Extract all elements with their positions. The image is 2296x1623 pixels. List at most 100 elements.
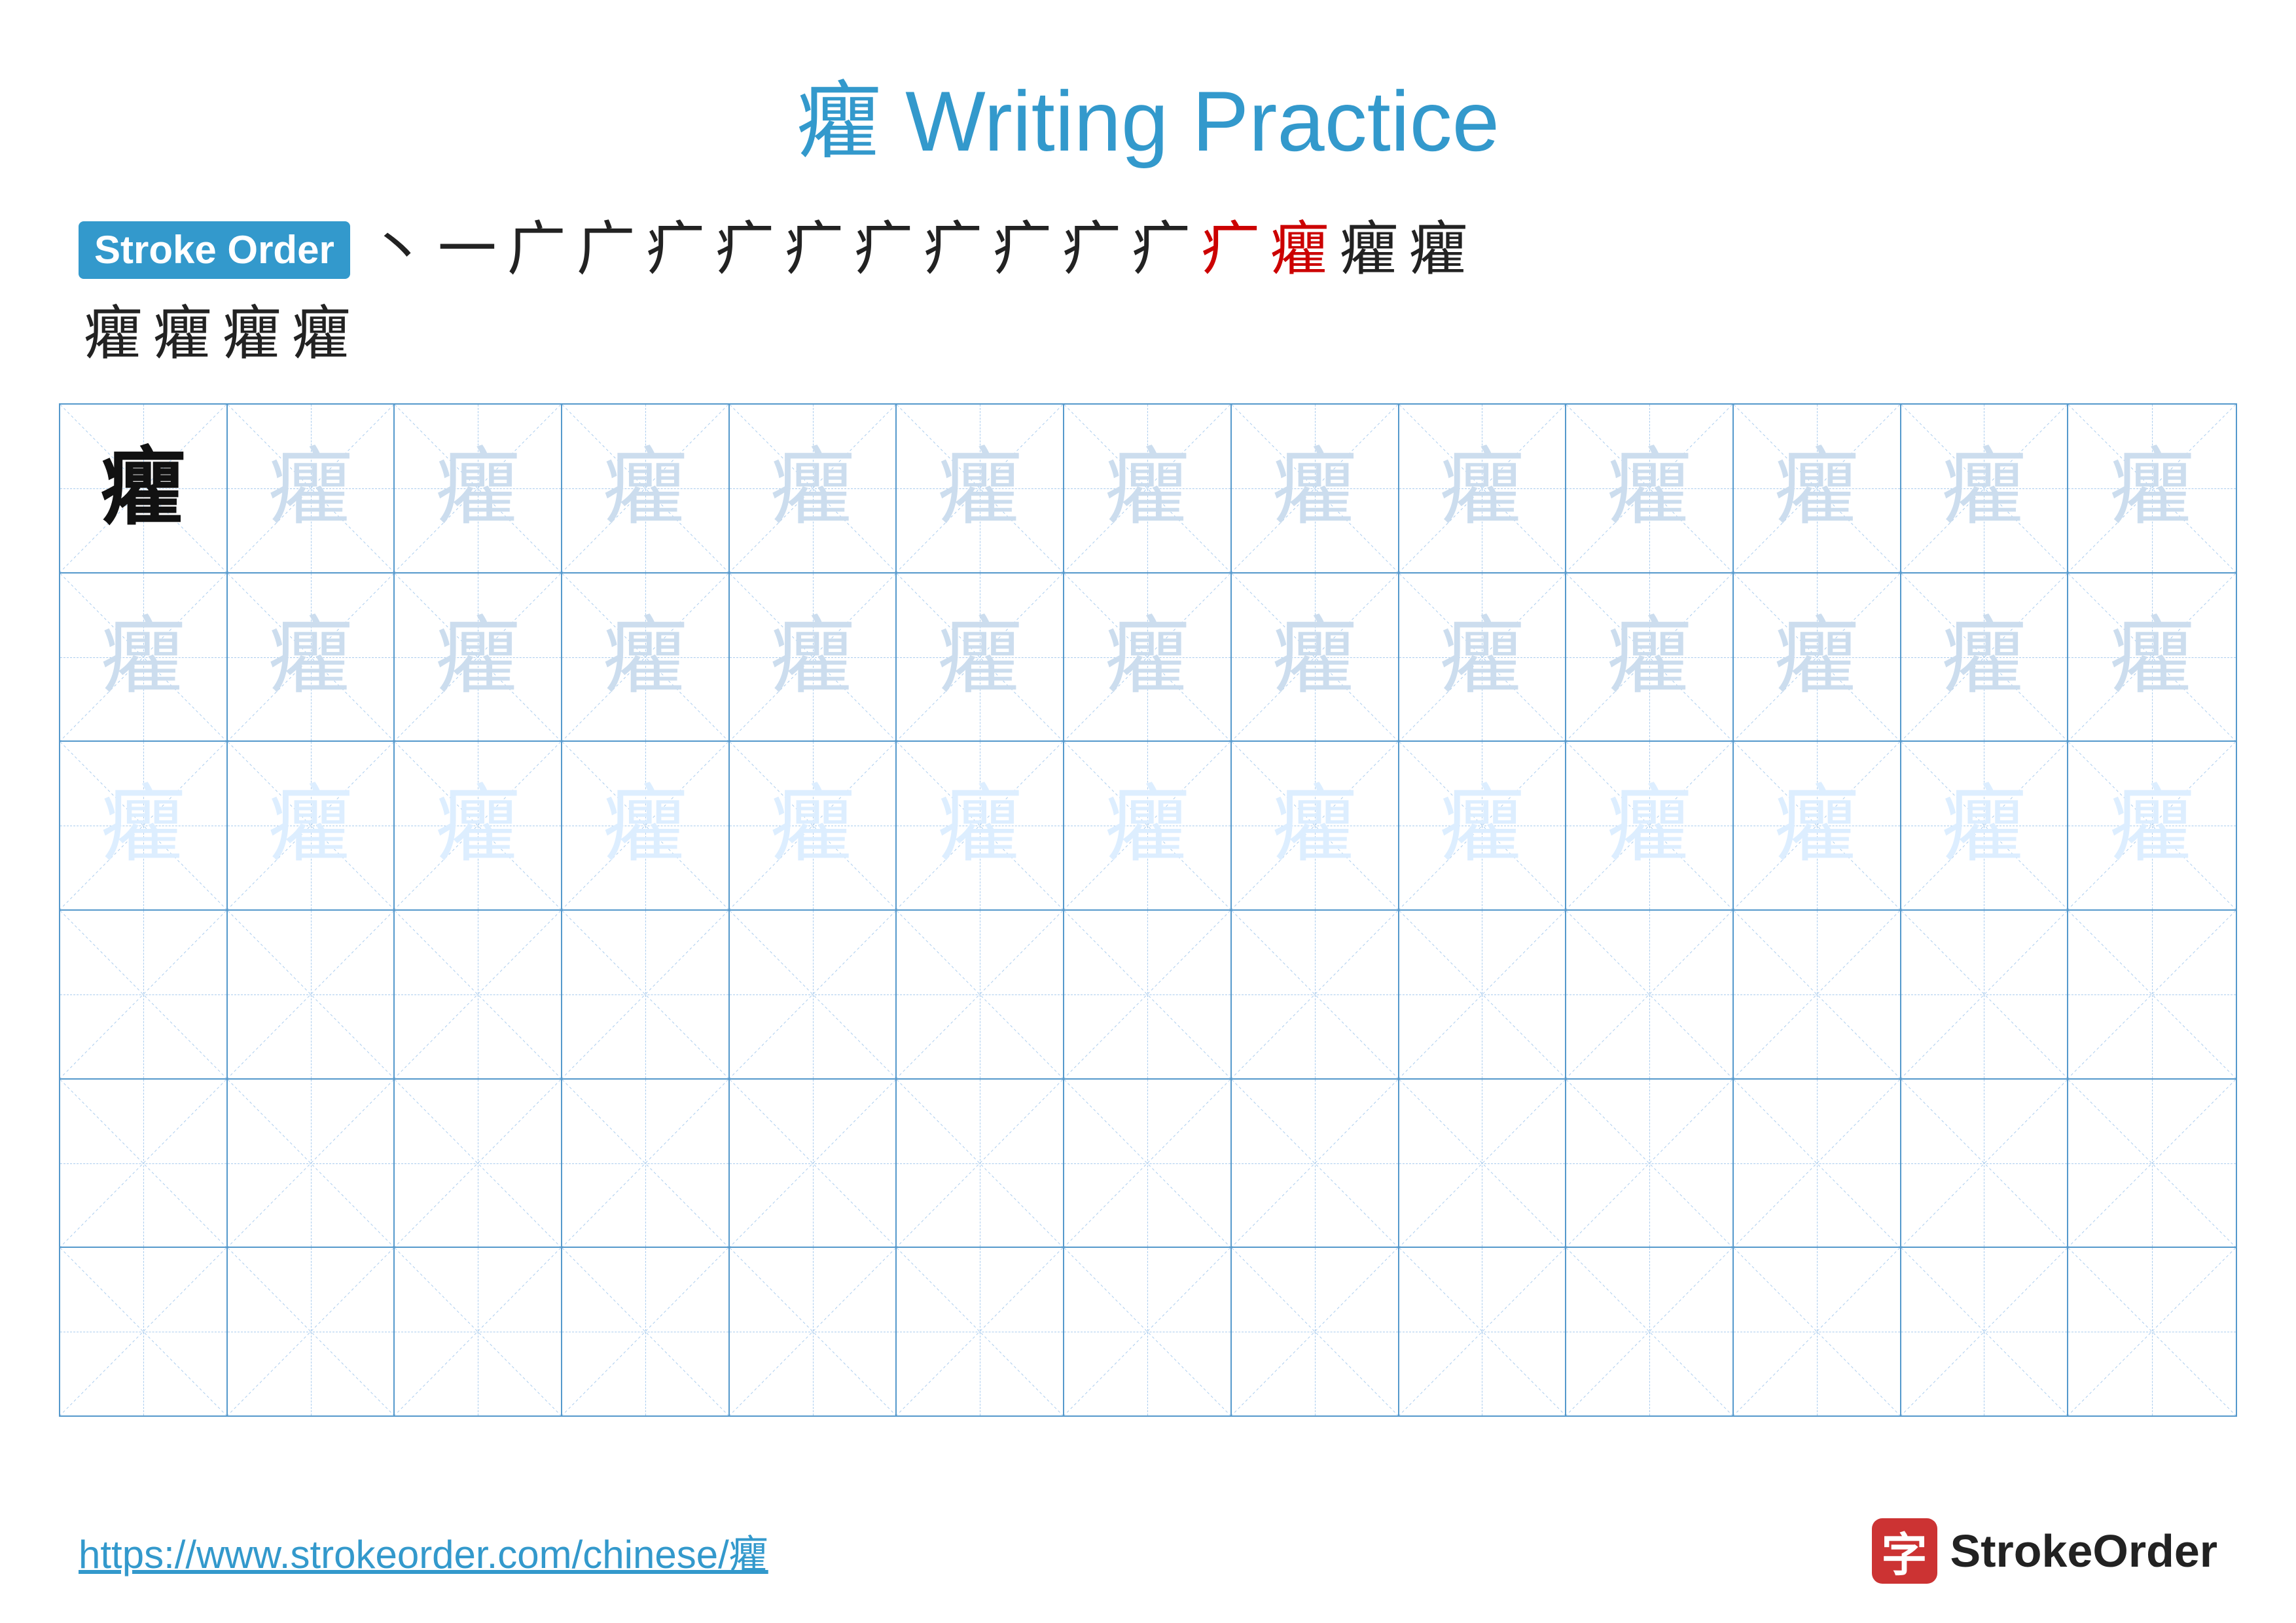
grid-cell-4-10[interactable]	[1566, 911, 1734, 1078]
grid-cell-5-13[interactable]	[2068, 1080, 2236, 1247]
grid-cell-5-2[interactable]	[228, 1080, 395, 1247]
grid-cell-1-4[interactable]: 癯	[562, 405, 730, 572]
grid-cell-1-13[interactable]: 癯	[2068, 405, 2236, 572]
grid-cell-2-10[interactable]: 癯	[1566, 574, 1734, 741]
grid-cell-4-6[interactable]	[897, 911, 1064, 1078]
grid-cell-3-9[interactable]: 癯	[1399, 742, 1567, 909]
stroke-8: 疒	[849, 215, 918, 285]
grid-cell-6-5[interactable]	[730, 1248, 897, 1415]
grid-cell-3-13[interactable]: 癯	[2068, 742, 2236, 909]
grid-cell-6-12[interactable]	[1901, 1248, 2069, 1415]
grid-cell-4-13[interactable]	[2068, 911, 2236, 1078]
stroke-20: 癯	[287, 285, 356, 371]
grid-cell-5-12[interactable]	[1901, 1080, 2069, 1247]
grid-row-1: 癯 癯 癯 癯 癯 癯 癯 癯 癯 癯 癯 癯 癯	[60, 405, 2236, 574]
grid-cell-4-3[interactable]	[395, 911, 562, 1078]
grid-cell-2-7[interactable]: 癯	[1064, 574, 1232, 741]
grid-cell-1-6[interactable]: 癯	[897, 405, 1064, 572]
grid-cell-2-2[interactable]: 癯	[228, 574, 395, 741]
grid-cell-3-7[interactable]: 癯	[1064, 742, 1232, 909]
grid-cell-2-9[interactable]: 癯	[1399, 574, 1567, 741]
grid-cell-5-5[interactable]	[730, 1080, 897, 1247]
grid-cell-5-3[interactable]	[395, 1080, 562, 1247]
grid-row-4	[60, 911, 2236, 1080]
grid-cell-2-1[interactable]: 癯	[60, 574, 228, 741]
grid-cell-1-3[interactable]: 癯	[395, 405, 562, 572]
grid-cell-5-7[interactable]	[1064, 1080, 1232, 1247]
footer-url[interactable]: https://www.strokeorder.com/chinese/癯	[79, 1523, 768, 1580]
grid-cell-4-7[interactable]	[1064, 911, 1232, 1078]
grid-cell-1-2[interactable]: 癯	[228, 405, 395, 572]
stroke-9: 疒	[918, 215, 988, 285]
grid-cell-3-11[interactable]: 癯	[1734, 742, 1901, 909]
grid-cell-1-12[interactable]: 癯	[1901, 405, 2069, 572]
grid-cell-4-9[interactable]	[1399, 911, 1567, 1078]
stroke-18: 癯	[148, 285, 217, 371]
grid-cell-5-4[interactable]	[562, 1080, 730, 1247]
grid-cell-3-1[interactable]: 癯	[60, 742, 228, 909]
stroke-6: 疒	[710, 215, 780, 285]
grid-cell-4-2[interactable]	[228, 911, 395, 1078]
grid-cell-4-1[interactable]	[60, 911, 228, 1078]
grid-cell-6-9[interactable]	[1399, 1248, 1567, 1415]
stroke-2: 一	[433, 215, 502, 285]
grid-row-2: 癯 癯 癯 癯 癯 癯 癯 癯 癯 癯 癯 癯 癯	[60, 574, 2236, 742]
grid-cell-5-10[interactable]	[1566, 1080, 1734, 1247]
grid-cell-6-7[interactable]	[1064, 1248, 1232, 1415]
grid-cell-6-13[interactable]	[2068, 1248, 2236, 1415]
grid-cell-3-6[interactable]: 癯	[897, 742, 1064, 909]
stroke-3: 广	[502, 215, 571, 285]
grid-cell-2-3[interactable]: 癯	[395, 574, 562, 741]
grid-cell-6-10[interactable]	[1566, 1248, 1734, 1415]
grid-cell-1-7[interactable]: 癯	[1064, 405, 1232, 572]
grid-cell-4-8[interactable]	[1232, 911, 1399, 1078]
logo-icon: 字	[1872, 1518, 1937, 1584]
grid-cell-3-10[interactable]: 癯	[1566, 742, 1734, 909]
grid-cell-5-8[interactable]	[1232, 1080, 1399, 1247]
grid-cell-1-11[interactable]: 癯	[1734, 405, 1901, 572]
grid-cell-3-8[interactable]: 癯	[1232, 742, 1399, 909]
grid-row-3: 癯 癯 癯 癯 癯 癯 癯 癯 癯 癯 癯 癯 癯	[60, 742, 2236, 911]
stroke-10: 疒	[988, 215, 1057, 285]
grid-cell-3-5[interactable]: 癯	[730, 742, 897, 909]
grid-cell-2-13[interactable]: 癯	[2068, 574, 2236, 741]
grid-cell-1-9[interactable]: 癯	[1399, 405, 1567, 572]
grid-cell-5-9[interactable]	[1399, 1080, 1567, 1247]
grid-cell-6-6[interactable]	[897, 1248, 1064, 1415]
grid-cell-3-12[interactable]: 癯	[1901, 742, 2069, 909]
grid-cell-4-4[interactable]	[562, 911, 730, 1078]
grid-cell-5-11[interactable]	[1734, 1080, 1901, 1247]
grid-cell-6-8[interactable]	[1232, 1248, 1399, 1415]
grid-cell-1-10[interactable]: 癯	[1566, 405, 1734, 572]
grid-cell-6-4[interactable]	[562, 1248, 730, 1415]
grid-cell-5-6[interactable]	[897, 1080, 1064, 1247]
grid-cell-6-1[interactable]	[60, 1248, 228, 1415]
grid-cell-3-3[interactable]: 癯	[395, 742, 562, 909]
grid-cell-6-2[interactable]	[228, 1248, 395, 1415]
grid-cell-4-11[interactable]	[1734, 911, 1901, 1078]
grid-cell-2-5[interactable]: 癯	[730, 574, 897, 741]
grid-cell-2-4[interactable]: 癯	[562, 574, 730, 741]
stroke-order-row2: 癯 癯 癯 癯	[79, 285, 2217, 371]
grid-cell-2-6[interactable]: 癯	[897, 574, 1064, 741]
grid-cell-2-12[interactable]: 癯	[1901, 574, 2069, 741]
grid-cell-3-2[interactable]: 癯	[228, 742, 395, 909]
grid-cell-6-11[interactable]	[1734, 1248, 1901, 1415]
page-title: 癯 Writing Practice	[797, 73, 1499, 169]
grid-cell-2-8[interactable]: 癯	[1232, 574, 1399, 741]
stroke-11: 疒	[1057, 215, 1126, 285]
stroke-1: 丶	[363, 215, 433, 285]
grid-cell-6-3[interactable]	[395, 1248, 562, 1415]
grid-cell-2-11[interactable]: 癯	[1734, 574, 1901, 741]
grid-cell-5-1[interactable]	[60, 1080, 228, 1247]
title-area: 癯 Writing Practice	[0, 0, 2296, 202]
logo-text: StrokeOrder	[1950, 1525, 2217, 1577]
grid-cell-1-5[interactable]: 癯	[730, 405, 897, 572]
stroke-17: 癯	[79, 285, 148, 371]
grid-cell-3-4[interactable]: 癯	[562, 742, 730, 909]
grid-cell-4-5[interactable]	[730, 911, 897, 1078]
grid-cell-1-1[interactable]: 癯	[60, 405, 228, 572]
grid-cell-1-8[interactable]: 癯	[1232, 405, 1399, 572]
stroke-order-row: Stroke Order 丶 一 广 广 疒 疒 疒 疒 疒 疒 疒 疒 疒 癯…	[79, 215, 2217, 285]
grid-cell-4-12[interactable]	[1901, 911, 2069, 1078]
